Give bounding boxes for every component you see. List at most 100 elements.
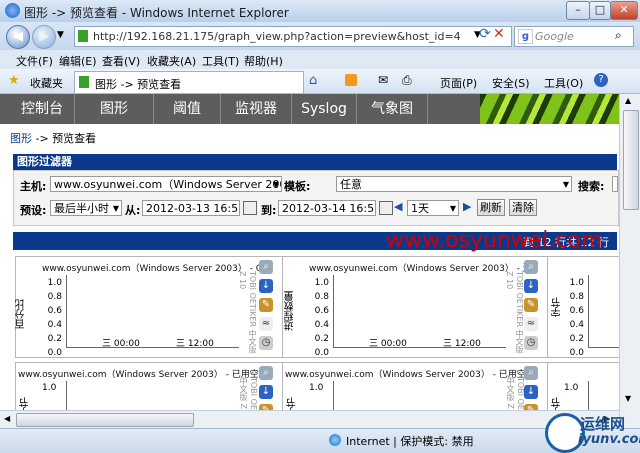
filter-title: 图形过滤器	[17, 155, 72, 168]
minimize-button[interactable]: –	[566, 1, 590, 20]
menu-favorites[interactable]: 收藏夹(A)	[147, 53, 196, 69]
x-tick: 三 00:00	[369, 339, 407, 349]
back-button[interactable]: ◀	[6, 25, 30, 49]
edit-icon[interactable]: ✎	[524, 298, 538, 312]
favorites-button[interactable]: 收藏夹	[30, 75, 63, 91]
search-box[interactable]: g Google ⌕	[514, 26, 634, 47]
time-icon[interactable]: ◷	[259, 336, 273, 350]
nav-syslog[interactable]: Syslog	[292, 94, 357, 124]
preset-select[interactable]: 最后半小时 ▼	[50, 200, 122, 216]
feeds-icon[interactable]	[345, 74, 357, 86]
calendar-icon[interactable]	[243, 201, 257, 215]
menu-file[interactable]: 文件(F)	[16, 53, 53, 69]
search-placeholder: Google	[535, 30, 574, 43]
y-tick: 0.8	[569, 292, 584, 302]
forward-button[interactable]: ▶	[32, 25, 56, 49]
safety-menu[interactable]: 安全(S)	[492, 75, 530, 91]
download-icon[interactable]: ↓	[524, 385, 538, 399]
clear-button[interactable]: 清除	[509, 199, 537, 216]
close-button[interactable]: ✕	[610, 1, 638, 20]
shift-left-icon[interactable]: ◀	[394, 200, 402, 213]
help-icon[interactable]: ?	[594, 73, 608, 87]
page-menu[interactable]: 页面(P)	[440, 75, 477, 91]
dropdown-icon[interactable]: ▼	[57, 30, 64, 40]
host-select[interactable]: www.osyunwei.com（Windows Server 2003） ▼	[50, 176, 282, 192]
graph-actions: ⌕ ↓ ✎ ≈ ◷	[259, 260, 275, 350]
nav-thresholds[interactable]: 阈值	[154, 94, 221, 124]
graph-icon[interactable]: ≈	[259, 317, 273, 331]
url-text: http://192.168.21.175/graph_view.php?act…	[93, 30, 461, 43]
y-tick: 1.0	[42, 383, 57, 393]
to-date-input[interactable]: 2012-03-14 16:51	[278, 200, 376, 216]
page-icon	[79, 76, 89, 88]
scroll-down-icon[interactable]: ▼	[625, 394, 631, 403]
graph-actions: ⌕ ↓ ✎ ≈ ◷	[524, 260, 540, 350]
y-tick: 1.0	[47, 278, 62, 288]
zoom-icon[interactable]: ⌕	[524, 260, 538, 274]
zoom-icon[interactable]: ⌕	[259, 366, 273, 380]
download-icon[interactable]: ↓	[259, 279, 273, 293]
scroll-left-icon[interactable]: ◀	[4, 414, 10, 423]
zoom-icon[interactable]: ⌕	[524, 366, 538, 380]
graph-title: www.osyunwei.com（Windows Server 2003） - …	[42, 264, 260, 274]
breadcrumb-link[interactable]: 图形	[10, 132, 32, 145]
download-icon[interactable]: ↓	[524, 279, 538, 293]
graph-icon[interactable]: ≈	[524, 317, 538, 331]
menu-view[interactable]: 查看(V)	[102, 53, 140, 69]
search-icon[interactable]: ⌕	[615, 28, 622, 43]
breadcrumb: 图形 -> 预览查看	[10, 130, 96, 146]
zoom-icon[interactable]: ⌕	[259, 260, 273, 274]
graph-partial[interactable]: 字节 1.0 0.8 0.6 0.4 0.2 0.0	[547, 256, 619, 358]
y-tick: 1.0	[569, 278, 584, 288]
template-select[interactable]: 任意 ▼	[336, 176, 572, 192]
refresh-button[interactable]: 刷新	[477, 199, 505, 216]
nav-console[interactable]: 控制台	[10, 94, 75, 124]
menu-tools[interactable]: 工具(T)	[202, 53, 239, 69]
edit-icon[interactable]: ✎	[259, 298, 273, 312]
graph-side-label: TOBI OETIKER 中文版 Z 10	[238, 271, 257, 354]
y-tick: 0.6	[569, 306, 584, 316]
y-tick: 1.0	[564, 383, 579, 393]
mail-icon[interactable]: ✉	[378, 73, 388, 87]
scroll-up-icon[interactable]: ▲	[625, 96, 631, 105]
address-bar[interactable]: http://192.168.21.175/graph_view.php?act…	[74, 26, 512, 47]
watermark-text: www.osyunwei.com	[386, 228, 603, 253]
window-title: 图形 -> 预览查看 - Windows Internet Explorer	[24, 6, 289, 20]
download-icon[interactable]: ↓	[259, 385, 273, 399]
menu-edit[interactable]: 编辑(E)	[59, 53, 97, 69]
maximize-button[interactable]: □	[589, 1, 611, 20]
y-tick: 0.2	[47, 334, 62, 344]
scroll-thumb[interactable]	[16, 413, 194, 427]
tools-menu[interactable]: 工具(O)	[544, 75, 583, 91]
refresh-icon[interactable]: ⟳	[479, 26, 491, 42]
y-tick: 0.6	[314, 306, 329, 316]
graph-processes[interactable]: www.osyunwei.com（Windows Server 2003） - …	[282, 256, 555, 358]
stop-icon[interactable]: ✕	[493, 26, 505, 42]
nav-graphs[interactable]: 图形	[75, 94, 154, 124]
horizontal-scrollbar[interactable]: ◀ ▶	[0, 410, 619, 429]
y-tick: 0.4	[569, 320, 584, 330]
home-icon[interactable]: ⌂	[309, 73, 317, 88]
from-date-value: 2012-03-13 16:51	[146, 202, 240, 215]
nav-monitor[interactable]: 监视器	[221, 94, 292, 124]
filter-search-input[interactable]	[612, 176, 618, 192]
scroll-thumb[interactable]	[623, 110, 639, 210]
graph-plot-area	[588, 275, 619, 348]
filter-header: 图形过滤器	[13, 154, 617, 170]
nav-weathermap[interactable]: 气象图	[357, 94, 428, 124]
y-tick: 0.8	[47, 292, 62, 302]
vertical-scrollbar[interactable]: ▲ ▼	[619, 94, 640, 428]
y-tick: 0.4	[47, 320, 62, 330]
y-tick: 1.0	[309, 383, 324, 393]
from-date-input[interactable]: 2012-03-13 16:51	[142, 200, 240, 216]
graph-cpu[interactable]: www.osyunwei.com（Windows Server 2003） - …	[15, 256, 288, 358]
print-icon[interactable]: ⎙	[402, 73, 412, 88]
menu-help[interactable]: 帮助(H)	[244, 53, 283, 69]
time-icon[interactable]: ◷	[524, 336, 538, 350]
zone-text: Internet | 保护模式: 禁用	[346, 435, 474, 448]
timespan-select[interactable]: 1天 ▼	[407, 200, 459, 216]
tab-current[interactable]: 图形 -> 预览查看	[74, 71, 304, 93]
calendar-icon[interactable]	[379, 201, 393, 215]
shift-right-icon[interactable]: ▶	[463, 200, 471, 213]
logo-url: iyunv.com	[578, 432, 640, 447]
